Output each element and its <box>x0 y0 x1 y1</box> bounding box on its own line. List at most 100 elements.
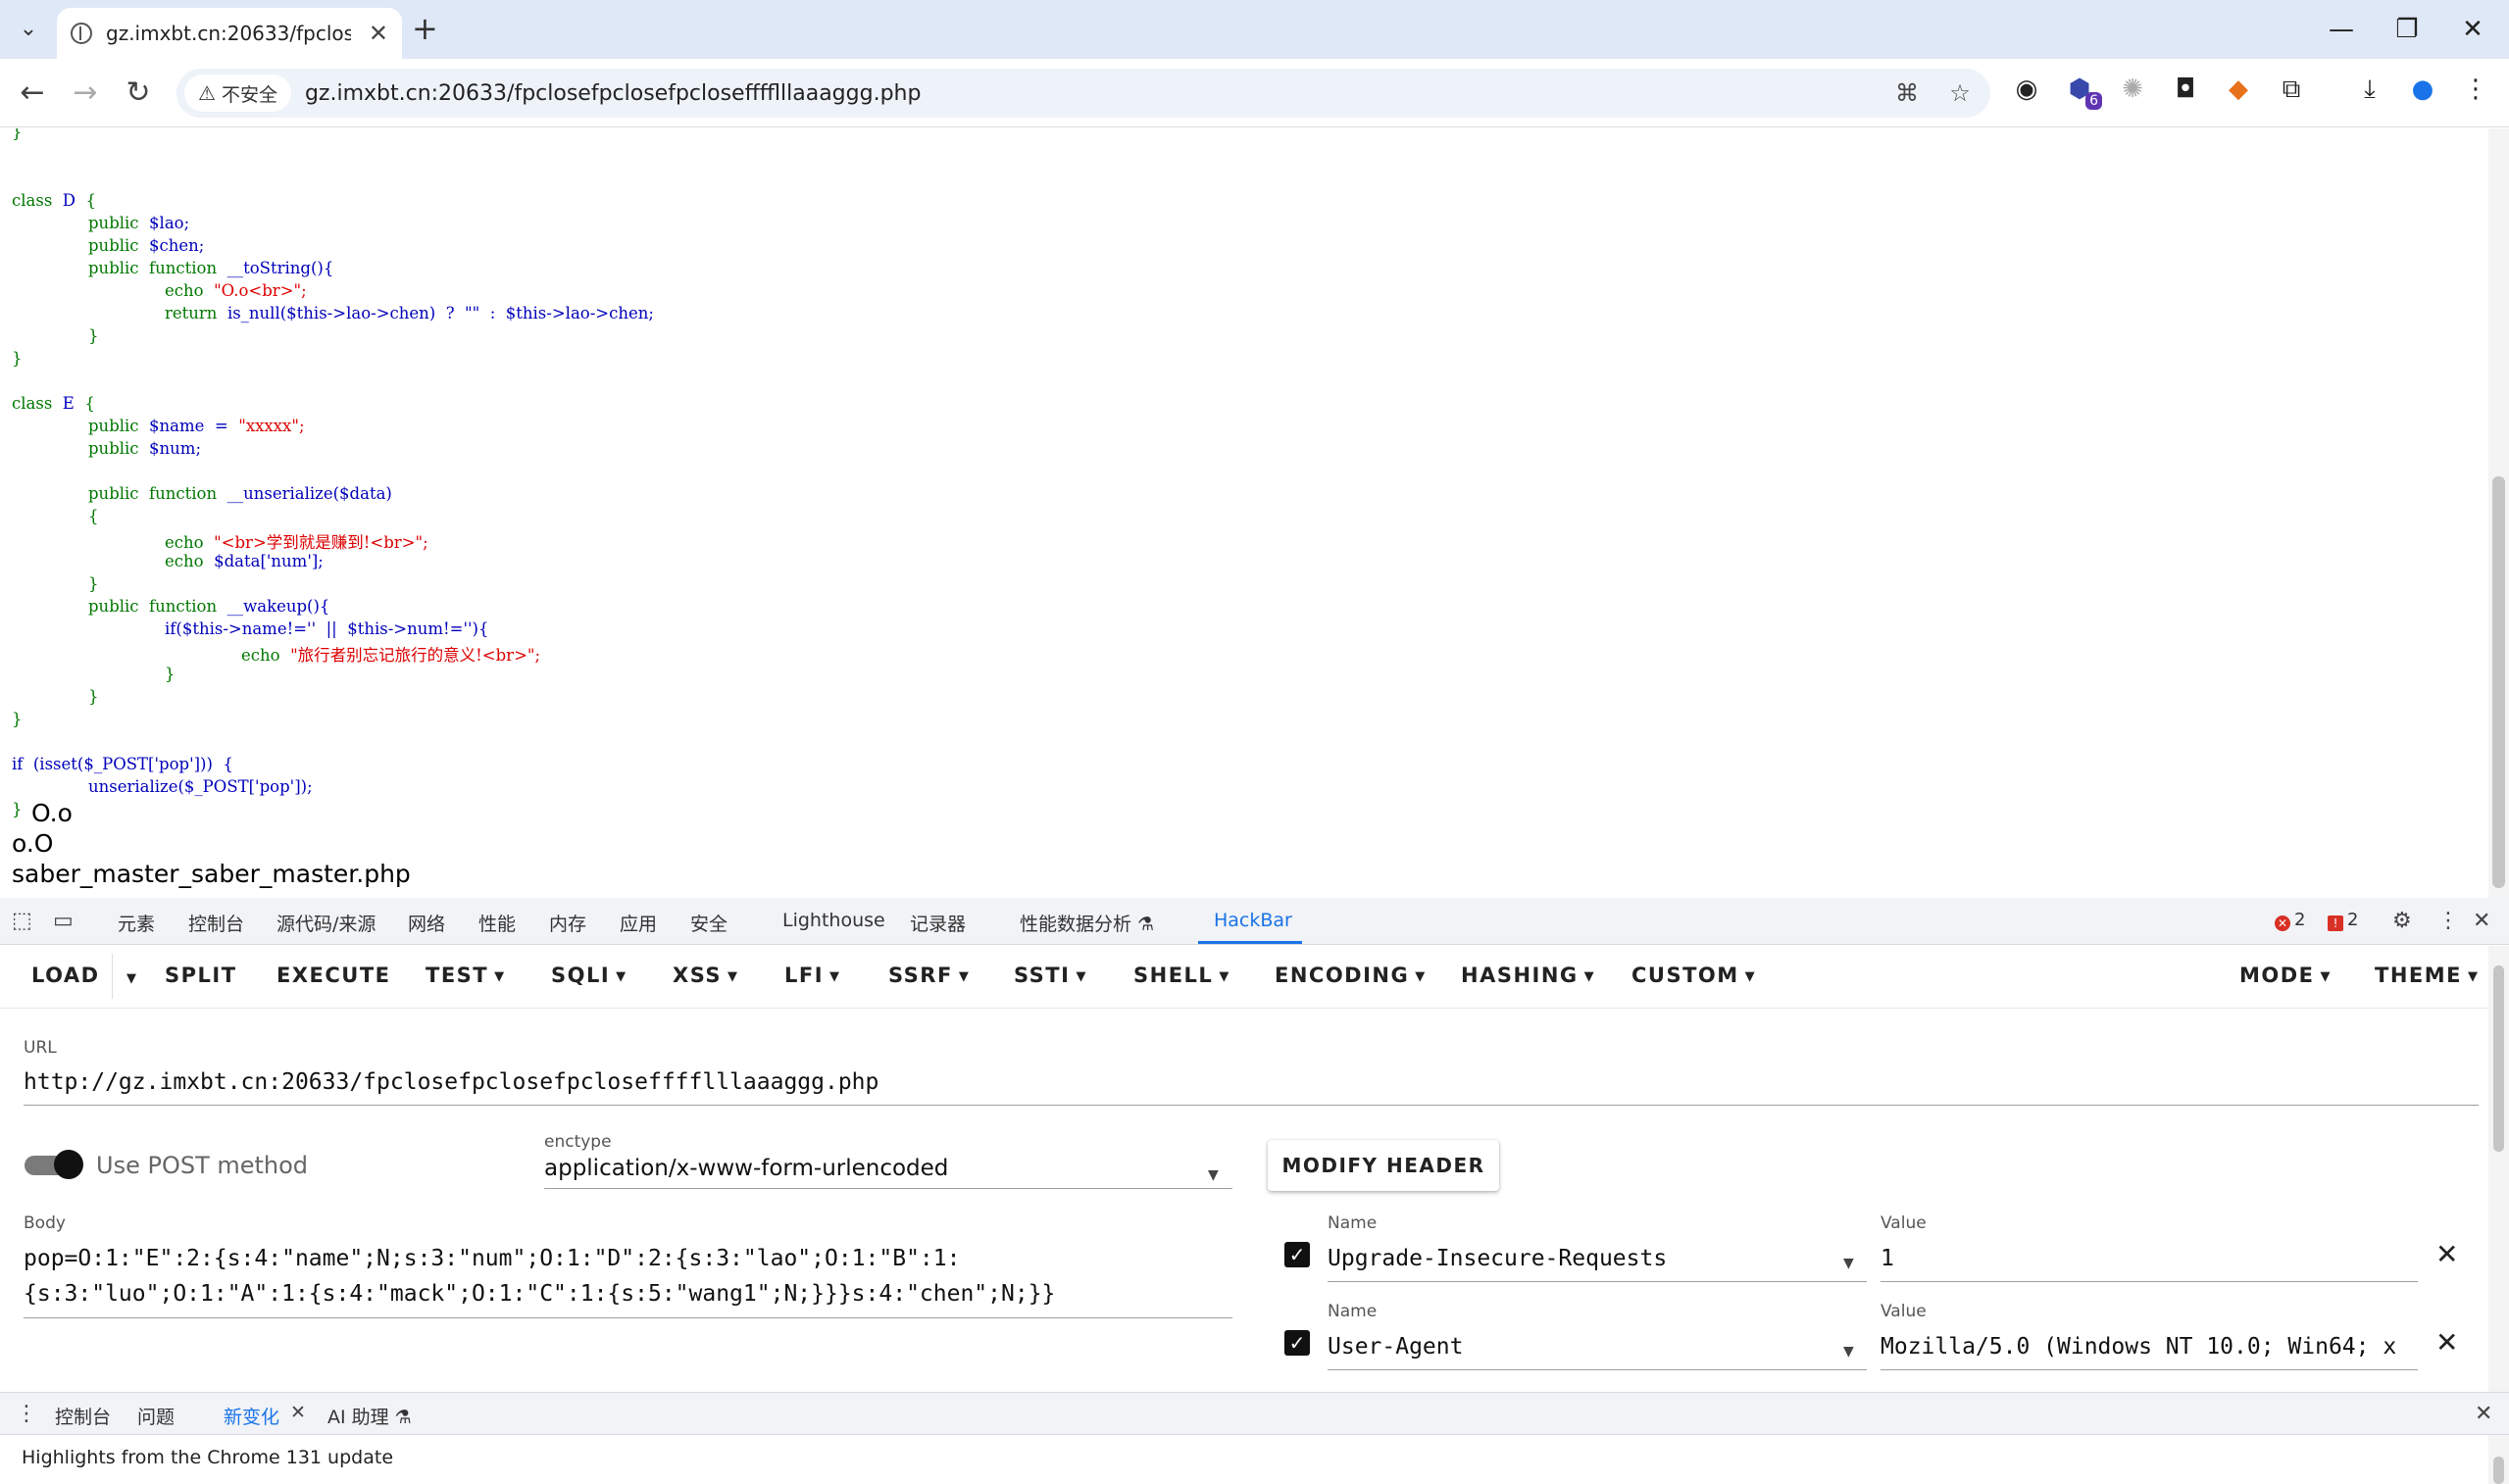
settings-gear-icon[interactable]: ⚙ <box>2392 909 2412 933</box>
address-bar[interactable]: ⚠ 不安全 gz.imxbt.cn:20633/fpclosefpclosefp… <box>176 69 1990 118</box>
code-line: public $lao; <box>88 214 190 232</box>
close-drawer-icon[interactable]: ✕ <box>2475 1402 2492 1426</box>
code-line: } <box>12 800 23 818</box>
header-value-underline <box>1881 1369 2418 1370</box>
forward-icon[interactable]: → <box>65 73 106 114</box>
custom-menu[interactable]: CUSTOM ▼ <box>1631 964 1756 987</box>
restore-icon[interactable]: ❐ <box>2387 10 2427 49</box>
extension-gear-icon[interactable]: ✺ <box>2116 73 2149 106</box>
code-line: } <box>165 665 176 683</box>
extension-shield-icon[interactable]: ⬢ 6 <box>2063 73 2102 110</box>
drawer-tab-console[interactable]: 控制台 <box>55 1403 111 1429</box>
hackbar-menubar: LOAD ▼ SPLIT EXECUTE TEST ▼ SQLI ▼ XSS ▼ LF… <box>0 946 2488 1009</box>
warning-count-badge[interactable]: ! 2 <box>2328 910 2358 931</box>
tab-hackbar[interactable]: HackBar <box>1214 910 1292 931</box>
tab-search-button[interactable]: ⌄ <box>12 12 45 45</box>
close-tab-icon[interactable]: ✕ <box>369 20 388 47</box>
url-text[interactable]: gz.imxbt.cn:20633/fpclosefpclosefpclosef… <box>305 81 921 106</box>
metamask-fox-icon[interactable]: ◆ <box>2222 73 2255 106</box>
title-bar: ⌄ gz.imxbt.cn:20633/fpclosefpc ✕ + — ❐ ✕ <box>0 0 2509 59</box>
shell-menu[interactable]: SHELL ▼ <box>1133 964 1230 987</box>
scrollbar-thumb[interactable] <box>2493 965 2504 1152</box>
error-count-badge[interactable]: ✕ 2 <box>2275 910 2305 931</box>
menu-kebab-icon[interactable]: ⋮ <box>2459 73 2492 106</box>
drawer-tab-issues[interactable]: 问题 <box>137 1403 175 1429</box>
close-devtools-icon[interactable]: ✕ <box>2473 909 2490 933</box>
header-name-dropdown-icon[interactable]: ▼ <box>1843 1256 1854 1271</box>
drawer-tab-ai-assistant[interactable]: AI 助理 ⚗ <box>327 1403 412 1429</box>
tab-recorder[interactable]: 记录器 <box>910 910 966 936</box>
url-input[interactable]: http://gz.imxbt.cn:20633/fpclosefpclosef… <box>24 1069 878 1095</box>
header-enabled-checkbox[interactable]: ✓ <box>1284 1330 1310 1356</box>
scrollbar-thumb[interactable] <box>2492 476 2505 888</box>
page-content: } class D { public $lao; public $chen; p… <box>0 128 2488 898</box>
header-name-dropdown-icon[interactable]: ▼ <box>1843 1344 1854 1360</box>
sqli-menu[interactable]: SQLI ▼ <box>551 964 627 987</box>
translate-icon[interactable]: ⌘ <box>1890 76 1924 110</box>
enctype-dropdown-icon[interactable]: ▼ <box>1208 1167 1219 1183</box>
tab-memory[interactable]: 内存 <box>549 910 586 936</box>
header-enabled-checkbox[interactable]: ✓ <box>1284 1242 1310 1267</box>
header-name-label: Name <box>1328 1213 1378 1233</box>
test-menu[interactable]: TEST ▼ <box>426 964 506 987</box>
download-icon[interactable]: ⤓ <box>2353 73 2386 106</box>
split-button[interactable]: SPLIT <box>165 964 237 987</box>
body-input-line1[interactable]: pop=O:1:"E":2:{s:4:"name";N;s:3:"num";O:… <box>24 1246 960 1271</box>
tab-console[interactable]: 控制台 <box>188 910 244 936</box>
tab-security[interactable]: 安全 <box>690 910 728 936</box>
tab-application[interactable]: 应用 <box>620 910 657 936</box>
extension-circle-icon[interactable]: ◉ <box>2010 73 2043 106</box>
security-chip[interactable]: ⚠ 不安全 <box>184 74 291 112</box>
drawer-tab-whats-new[interactable]: 新变化 <box>224 1403 279 1429</box>
load-dropdown-icon[interactable]: ▼ <box>112 954 138 999</box>
xss-menu[interactable]: XSS ▼ <box>673 964 739 987</box>
hackbar-scrollbar[interactable] <box>2488 946 2509 1392</box>
drawer-menu-icon[interactable]: ⋮ <box>16 1402 37 1426</box>
lfi-menu[interactable]: LFI ▼ <box>784 964 841 987</box>
ssti-menu[interactable]: SSTI ▼ <box>1014 964 1087 987</box>
extensions-puzzle-icon[interactable]: ⧉ <box>2275 73 2308 106</box>
reload-icon[interactable]: ↻ <box>118 73 159 114</box>
header-name-input[interactable]: User-Agent <box>1328 1334 1463 1360</box>
output-line: o.O <box>12 829 54 858</box>
browser-toolbar: ← → ↻ ⚠ 不安全 gz.imxbt.cn:20633/fpclosefpc… <box>0 59 2509 127</box>
globe-icon <box>71 23 92 44</box>
encoding-menu[interactable]: ENCODING ▼ <box>1275 964 1427 987</box>
devtools-menu-icon[interactable]: ⋮ <box>2437 909 2459 933</box>
new-tab-button[interactable]: + <box>412 12 438 45</box>
mode-menu[interactable]: MODE ▼ <box>2239 964 2332 987</box>
modify-header-button[interactable]: MODIFY HEADER <box>1268 1140 1499 1191</box>
bookmark-star-icon[interactable]: ☆ <box>1943 76 1977 110</box>
extension-glasses-icon[interactable]: ◘ <box>2169 73 2202 106</box>
browser-tab[interactable]: gz.imxbt.cn:20633/fpclosefpc ✕ <box>57 8 402 59</box>
tab-elements[interactable]: 元素 <box>118 910 155 936</box>
load-button[interactable]: LOAD <box>31 964 100 987</box>
page-scrollbar[interactable] <box>2488 128 2509 898</box>
hashing-menu[interactable]: HASHING ▼ <box>1461 964 1595 987</box>
remove-header-icon[interactable]: ✕ <box>2435 1238 2458 1270</box>
tab-performance[interactable]: 性能 <box>478 910 516 936</box>
theme-menu[interactable]: THEME ▼ <box>2375 964 2480 987</box>
tab-performance-insights[interactable]: 性能数据分析 ⚗ <box>1020 910 1154 936</box>
header-name-input[interactable]: Upgrade-Insecure-Requests <box>1328 1246 1667 1271</box>
tab-network[interactable]: 网络 <box>408 910 445 936</box>
ssrf-menu[interactable]: SSRF ▼ <box>888 964 970 987</box>
enctype-select[interactable]: application/x-www-form-urlencoded <box>544 1156 948 1181</box>
drawer-scrollbar[interactable] <box>2488 1435 2509 1484</box>
scrollbar-thumb[interactable] <box>2493 1457 2504 1484</box>
close-drawer-tab-icon[interactable]: ✕ <box>290 1402 306 1423</box>
header-value-input[interactable]: Mozilla/5.0 (Windows NT 10.0; Win64; x <box>1881 1334 2418 1360</box>
close-window-icon[interactable]: ✕ <box>2453 10 2492 49</box>
header-value-input[interactable]: 1 <box>1881 1246 1894 1271</box>
back-icon[interactable]: ← <box>12 73 53 114</box>
minimize-icon[interactable]: — <box>2322 10 2361 49</box>
inspect-element-icon[interactable]: ⬚ <box>12 909 32 933</box>
remove-header-icon[interactable]: ✕ <box>2435 1326 2458 1359</box>
post-method-toggle[interactable] <box>25 1150 83 1179</box>
tab-sources[interactable]: 源代码/来源 <box>276 910 376 936</box>
profile-avatar-icon[interactable]: ● <box>2406 73 2439 106</box>
body-input-line2[interactable]: {s:3:"luo";O:1:"A":1:{s:4:"mack";O:1:"C"… <box>24 1281 1055 1307</box>
execute-button[interactable]: EXECUTE <box>276 964 391 987</box>
tab-lighthouse[interactable]: Lighthouse <box>782 910 885 931</box>
device-toolbar-icon[interactable]: ▭ <box>53 909 74 933</box>
